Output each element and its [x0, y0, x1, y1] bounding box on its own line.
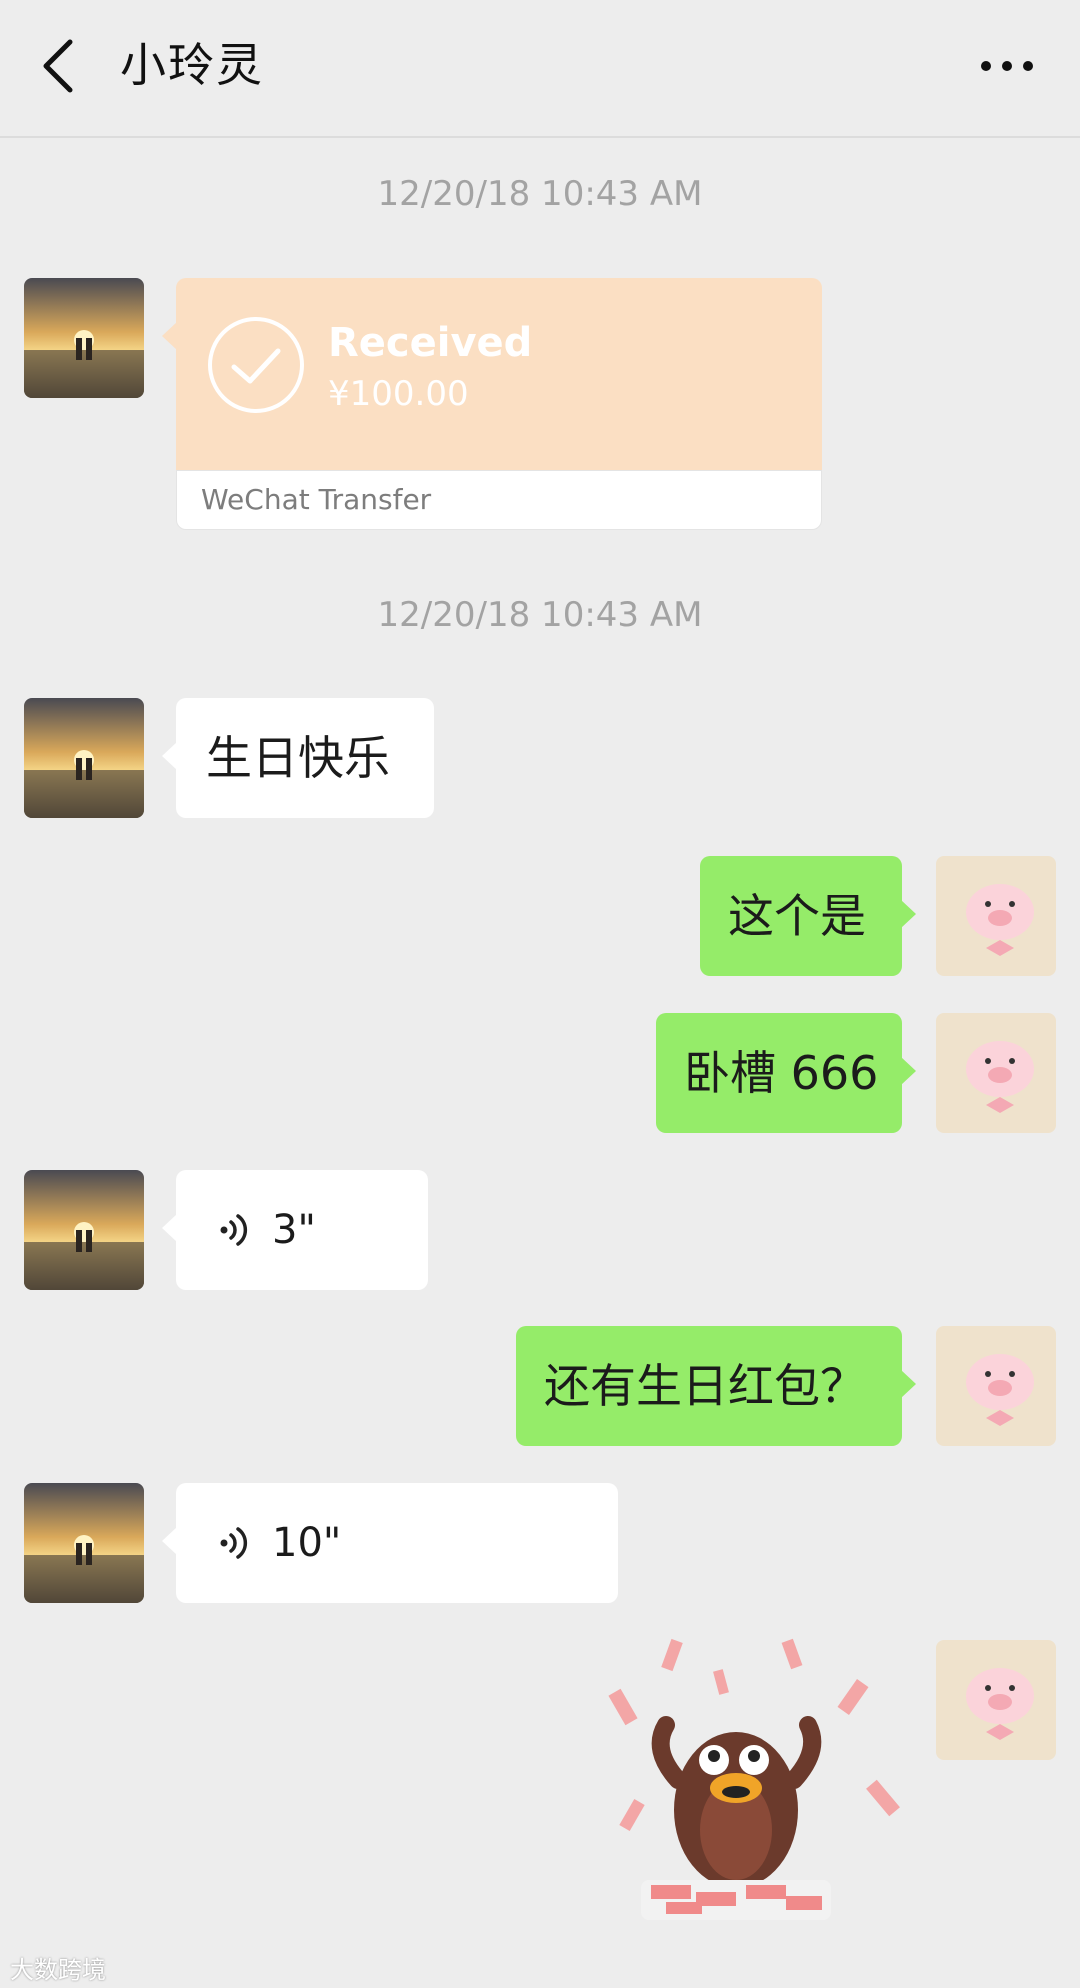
- more-options-button[interactable]: [972, 44, 1042, 88]
- chat-header: 小玲灵: [0, 0, 1080, 138]
- message-bubble-received[interactable]: 生日快乐: [162, 698, 434, 818]
- chat-title: 小玲灵: [120, 38, 264, 92]
- voice-message-bubble[interactable]: 3": [162, 1170, 428, 1290]
- sunset-couple-avatar-icon: [24, 698, 144, 818]
- chevron-left-icon: [43, 39, 73, 93]
- transfer-amount: ¥100.00: [328, 374, 469, 414]
- self-avatar[interactable]: [936, 1326, 1056, 1446]
- transfer-card[interactable]: Received ¥100.00 WeChat Transfer: [162, 278, 822, 530]
- check-circle-icon: [208, 317, 304, 413]
- timestamp: 12/20/18 10:43 AM: [377, 174, 703, 214]
- pig-avatar-icon: [936, 856, 1056, 976]
- sunset-couple-avatar-icon: [24, 278, 144, 398]
- transfer-card-footer: WeChat Transfer: [176, 470, 822, 530]
- more-dots-icon: [981, 61, 1033, 71]
- pig-avatar-icon: [936, 1326, 1056, 1446]
- pig-avatar-icon: [936, 1013, 1056, 1133]
- sunset-couple-avatar-icon: [24, 1170, 144, 1290]
- contact-avatar[interactable]: [24, 1170, 144, 1290]
- watermark: 大数跨境: [10, 1956, 106, 1984]
- back-button[interactable]: [36, 34, 96, 98]
- contact-avatar[interactable]: [24, 1483, 144, 1603]
- transfer-card-top: Received ¥100.00: [162, 278, 822, 470]
- transfer-source: WeChat Transfer: [201, 483, 432, 516]
- message-bubble-sent[interactable]: 卧槽 666: [656, 1013, 916, 1133]
- chat-screen: 小玲灵 12/20/18 10:43 AM Received ¥100.00 W…: [0, 0, 1080, 1988]
- self-avatar[interactable]: [936, 1640, 1056, 1760]
- voice-duration: 3": [272, 1207, 316, 1253]
- self-avatar[interactable]: [936, 1013, 1056, 1133]
- message-bubble-sent[interactable]: 这个是: [700, 856, 916, 976]
- penguin-money-sticker-icon: [608, 1638, 900, 1920]
- timestamp: 12/20/18 10:43 AM: [377, 595, 703, 635]
- voice-message-bubble[interactable]: 10": [162, 1483, 618, 1603]
- sunset-couple-avatar-icon: [24, 1483, 144, 1603]
- voice-duration: 10": [272, 1520, 342, 1566]
- voice-wave-icon: [220, 1527, 248, 1559]
- sticker-message[interactable]: [596, 1630, 926, 1930]
- contact-avatar[interactable]: [24, 698, 144, 818]
- contact-avatar[interactable]: [24, 278, 144, 398]
- message-bubble-sent[interactable]: 还有生日红包？: [516, 1326, 916, 1446]
- voice-wave-icon: [220, 1214, 248, 1246]
- pig-avatar-icon: [936, 1640, 1056, 1760]
- transfer-status: Received: [328, 320, 533, 366]
- self-avatar[interactable]: [936, 856, 1056, 976]
